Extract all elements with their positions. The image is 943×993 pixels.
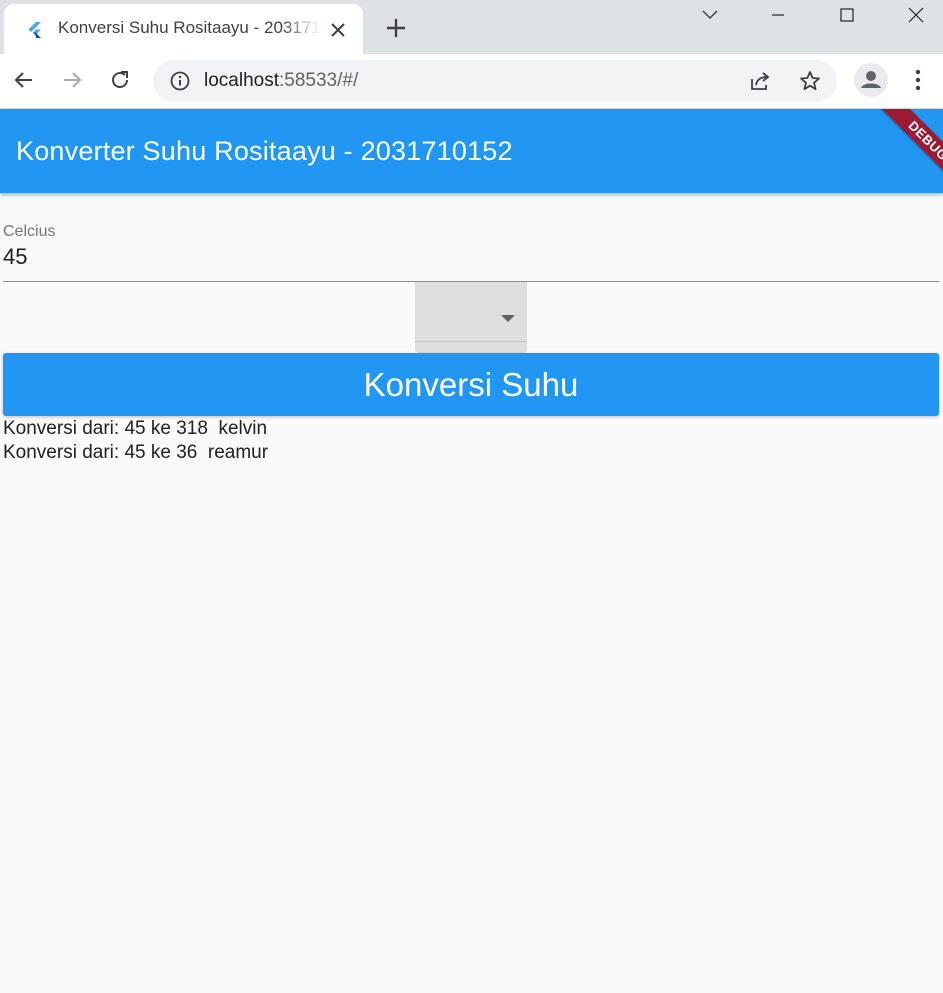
star-icon[interactable] <box>798 69 822 93</box>
info-icon[interactable] <box>169 70 191 92</box>
forward-button[interactable] <box>56 64 88 96</box>
browser-tab[interactable]: Konversi Suhu Rositaayu - 2031710152 <box>4 4 363 54</box>
close-icon <box>908 7 924 23</box>
browser-menu-button[interactable] <box>906 67 930 93</box>
back-button[interactable] <box>8 64 40 96</box>
arrow-right-icon <box>64 72 82 88</box>
celcius-input[interactable] <box>3 243 939 271</box>
app-title: Konverter Suhu Rositaayu - 2031710152 <box>16 136 513 166</box>
minimize-icon <box>772 14 784 16</box>
flutter-logo-icon <box>28 22 41 38</box>
tab-title: Konversi Suhu Rositaayu - 2031710152 <box>58 18 320 37</box>
plus-icon[interactable] <box>382 14 410 42</box>
debug-banner: DEBUG <box>867 109 943 193</box>
close-icon[interactable] <box>327 19 349 41</box>
maximize-icon <box>840 8 854 22</box>
url-host: localhost <box>204 70 279 91</box>
reload-icon <box>112 71 128 88</box>
app-bar: Konverter Suhu Rositaayu - 2031710152 DE… <box>0 109 943 193</box>
arrow-left-icon <box>14 72 32 88</box>
result-kelvin: Konversi dari: 45 ke 318 kelvin <box>3 418 268 439</box>
kebab-icon <box>915 69 921 91</box>
dropdown-underline <box>415 341 527 342</box>
minimize-button[interactable] <box>755 0 801 30</box>
chevron-down-icon <box>702 10 718 20</box>
tab-strip: Konversi Suhu Rositaayu - 2031710152 <box>0 0 943 54</box>
reload-button[interactable] <box>104 64 136 96</box>
convert-button[interactable]: Konversi Suhu <box>3 353 939 416</box>
browser-toolbar: localhost:58533/#/ <box>0 54 943 109</box>
dropdown-arrow-icon <box>501 315 515 322</box>
maximize-button[interactable] <box>824 0 870 30</box>
tab-search-button[interactable] <box>687 0 733 30</box>
close-window-button[interactable] <box>893 0 939 30</box>
share-icon[interactable] <box>748 69 772 93</box>
url-text[interactable]: localhost:58533/#/ <box>204 70 358 92</box>
person-icon <box>861 71 881 88</box>
celcius-label: Celcius <box>3 223 56 240</box>
url-path: :58533/#/ <box>279 70 359 91</box>
profile-button[interactable] <box>854 63 888 97</box>
result-reamur: Konversi dari: 45 ke 36 reamur <box>3 442 269 463</box>
unit-dropdown[interactable] <box>415 282 527 353</box>
address-bar[interactable]: localhost:58533/#/ <box>153 60 837 102</box>
